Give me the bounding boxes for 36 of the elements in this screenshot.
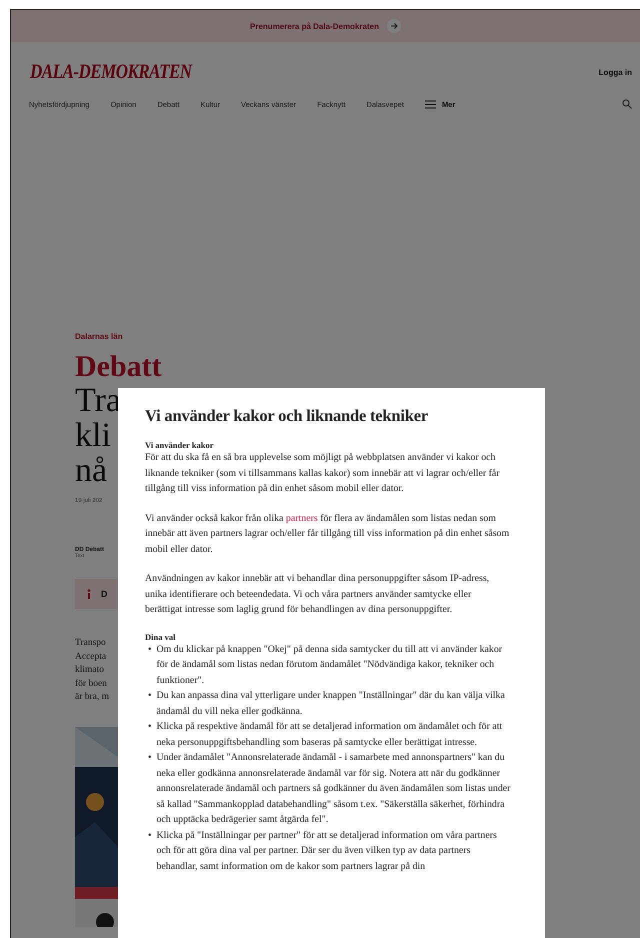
paragraph: Vi använder också kakor från olika partners för flera av ändamålen som listas nedan som innebär att även partners lagrar och/eller får tillgång till viss information på din enhet såsom mobil eller dator. — [145, 512, 510, 556]
article-text: Accepta — [75, 650, 106, 664]
article-text: är bra, m — [75, 691, 110, 704]
bullet-marker: • — [148, 689, 152, 703]
headline-text: Tra — [75, 383, 121, 418]
menu-icon — [424, 100, 436, 108]
site-logo[interactable]: DALA-DEMOKRATEN — [30, 60, 192, 84]
article-text: för boen — [75, 678, 107, 690]
search-icon[interactable] — [622, 99, 632, 109]
bullet-item: Klicka på "Inställningar per partner" för att se detaljerad information om våra partners och för att göra dina val per partner. Där ser du även vilken typ av data partners behandlar, samt information om de kakor som partners lagrar på din — [156, 828, 498, 874]
partners-link[interactable]: partners — [286, 512, 318, 524]
headline-text: nå — [75, 453, 108, 488]
category-heading: Debatt — [75, 351, 162, 383]
paragraph: För att du ska få en så bra upplevelse som möjligt på webbplatsen använder vi kakor och liknande tekniker (som vi tillsammans kallas kakor) som innebär att vi lagrar och/eller får tillgång till viss information på din enhet såsom mobil eller dator. — [145, 451, 501, 496]
bullet-marker: • — [148, 828, 152, 842]
subscribe-banner[interactable]: Prenumerera på Dala-Demokraten — [11, 10, 640, 42]
section-heading: Dina val — [145, 632, 176, 642]
arrow-right-icon[interactable] — [386, 19, 401, 33]
article-text: klimato — [75, 664, 104, 677]
bullet-item: Om du klickar på knappen "Okej" på denna sida samtycker du till att vi använder kakor för de ändamål som listas nedan förutom ändamålet "Nödvändiga kakor, tekniker och funktioner". — [156, 642, 504, 688]
login-link[interactable]: Logga in — [598, 68, 632, 76]
bullet-marker: • — [148, 642, 152, 656]
bullet-item: Under ändamålet "Annonsrelaterade ändamål - i samarbete med annonspartners" kan du neka eller godkänna annonsrelaterade ändamål var för sig. Notera att när du godkänner annonsrelaterade ändamål och partners så godkänner du även ändamålen som listas under så kallad "Sammankopplad databehandling" såsom t.ex. "Säkerställa säkerhet, förhindra och upptäcka bedrägerier samt åtgärda fel". — [156, 751, 511, 827]
subscribe-link[interactable]: Prenumerera på Dala-Demokraten — [250, 22, 379, 30]
article-text: Transpo — [75, 637, 106, 650]
headline-text: kli — [75, 418, 111, 453]
bullet-item: Klicka på respektive ändamål för att se detaljerad information om ändamålet och för att neka personuppgiftsbehandling som baseras på samtycke eller berättigat intresse. — [156, 720, 504, 750]
notice-text: D — [101, 589, 108, 599]
bullet-marker: • — [148, 751, 152, 765]
bullet-item: Du kan anpassa dina val ytterligare under knappen "Inställningar" där du kan välja vilka ändamål du vill neka eller godkänna. — [156, 689, 506, 718]
section-label[interactable]: Dalarnas län — [75, 332, 123, 341]
bullet-marker: • — [148, 720, 152, 734]
info-icon — [87, 589, 91, 599]
paragraph: Användningen av kakor innebär att vi behandlar dina personuppgifter såsom IP-adress, unika identifierare och beteendedata. Vi och våra partners använder samtycke eller berättigat intresse som laglig grund för behandlingen av dina personuppgifter. — [145, 572, 490, 617]
dialog-title: Vi använder kakor och liknande tekniker — [145, 406, 429, 426]
section-heading: Vi använder kakor — [145, 440, 214, 450]
